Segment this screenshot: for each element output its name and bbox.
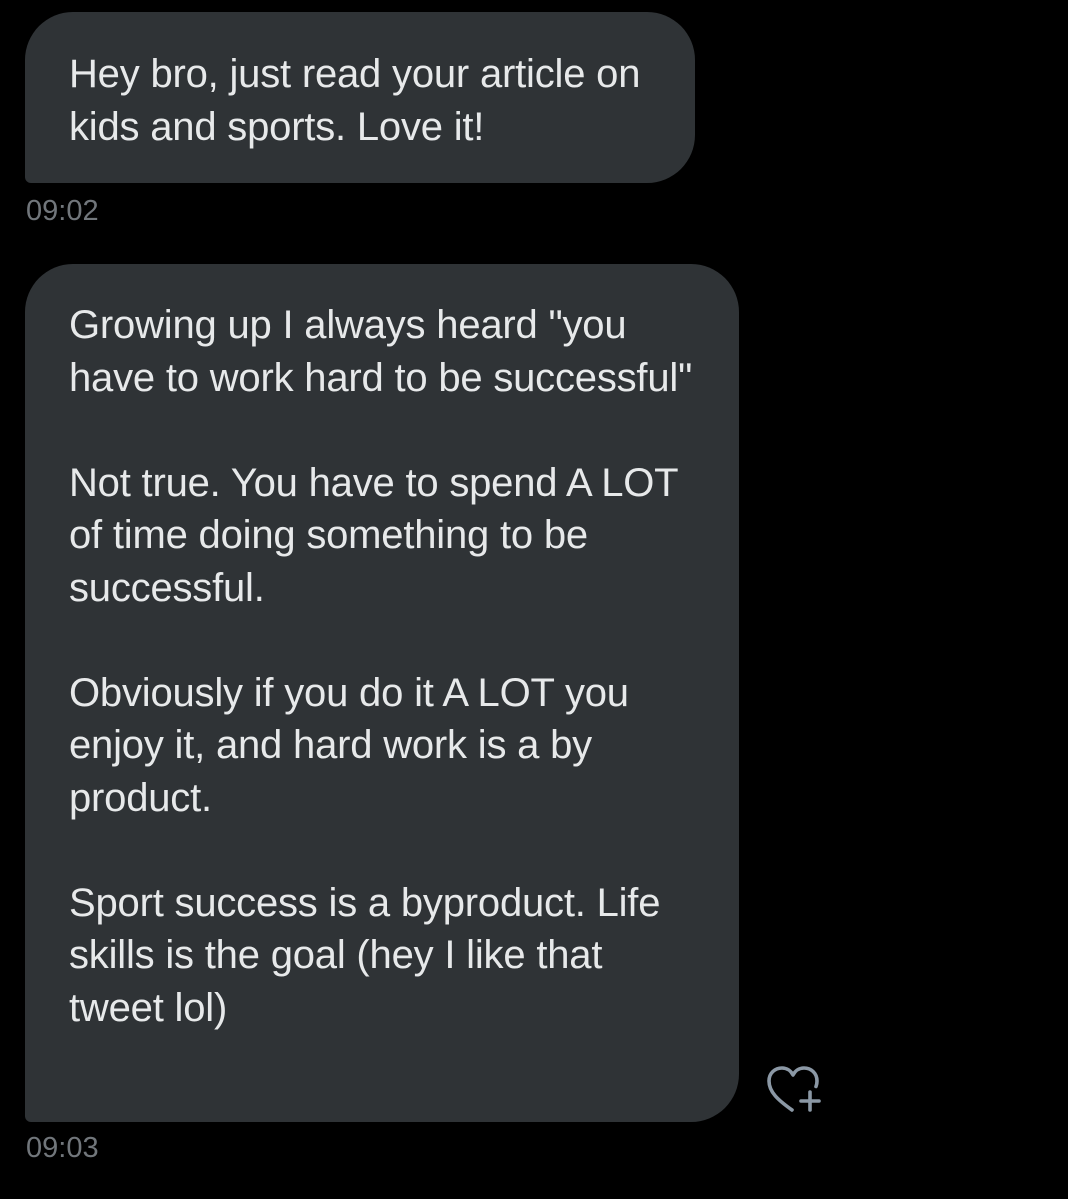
message-timestamp: 09:03 [26, 1132, 99, 1164]
message-timestamp: 09:02 [26, 195, 99, 227]
message-paragraph: Obviously if you do it A LOT you enjoy i… [69, 670, 629, 820]
add-reaction-button[interactable] [762, 1062, 826, 1118]
heart-plus-icon [767, 1066, 821, 1112]
message-paragraph: Hey bro, just read your article on kids … [69, 52, 641, 149]
message-text: Growing up I always heard "you have to w… [69, 299, 699, 1034]
message-bubble[interactable]: Growing up I always heard "you have to w… [25, 264, 739, 1122]
message-paragraph: Growing up I always heard "you have to w… [69, 303, 693, 400]
message-text: Hey bro, just read your article on kids … [69, 48, 655, 153]
message-bubble[interactable]: Hey bro, just read your article on kids … [25, 12, 695, 183]
message-paragraph: Not true. You have to spend A LOT of tim… [69, 460, 678, 610]
message-paragraph: Sport success is a byproduct. Life skill… [69, 880, 661, 1030]
